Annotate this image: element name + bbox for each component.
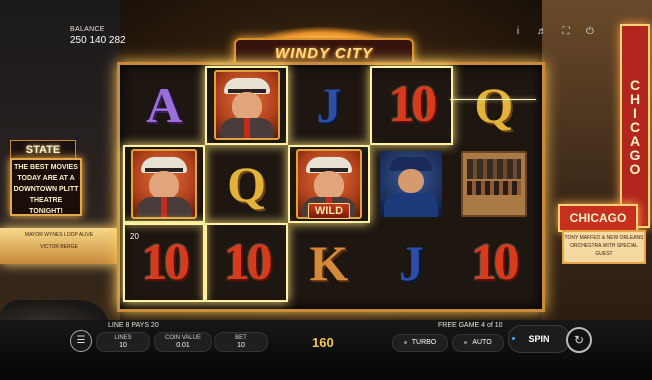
chicago-board: TONY MAFFEO & NEW ORLEANS ORCHESTRA WITH… (562, 230, 646, 264)
wild-label: WILD (307, 203, 351, 220)
payline-line (450, 99, 536, 100)
chicago-board-line-1: TONY MAFFEO & NEW ORLEANS (564, 235, 644, 241)
turbo-indicator (403, 340, 407, 344)
turbo-label: TURBO (411, 339, 437, 346)
symbol-10: 10 (141, 233, 190, 291)
reel-cell (205, 66, 287, 145)
reel-cell: 10 (205, 223, 287, 302)
symbol-j: J (398, 234, 424, 291)
payline-indicator: 20 (130, 232, 139, 241)
chicago-board-line-2: ORCHESTRA WITH SPECIAL GUEST (570, 243, 638, 257)
lines-label: LINES (114, 335, 132, 341)
lines-control[interactable]: LINES 10 (96, 332, 150, 352)
reel-cell: Q (453, 66, 535, 145)
power-icon[interactable]: ⏻ (584, 26, 596, 37)
info-icon[interactable]: i (512, 26, 524, 37)
reel-cell: WILD (288, 145, 370, 224)
bet-value: 10 (237, 342, 245, 349)
spin-indicator (512, 337, 515, 340)
left-marquee-line-2: VICTOR BERGE (40, 244, 78, 250)
reel-cell (453, 145, 535, 224)
auto-label: AUTO (472, 339, 492, 346)
reel-cell: Q (205, 145, 287, 224)
chicago-banner: CHICAGO (558, 204, 638, 232)
total-win: 160 (312, 335, 334, 350)
auto-toggle[interactable]: AUTO (452, 334, 504, 352)
autospin-circle-icon[interactable]: ↻ (566, 327, 592, 353)
reel-cell (370, 145, 452, 224)
menu-icon: ☰ (76, 335, 86, 346)
lines-value: 10 (119, 342, 127, 349)
symbol-a: A (146, 77, 183, 134)
symbol-10: 10 (223, 233, 273, 291)
free-game-counter: FREE GAME 4 of 10 (438, 322, 503, 329)
left-marquee: MAYOR WYNES LOOP ALIVE VICTOR BERGE (0, 228, 118, 264)
bet-control[interactable]: BET 10 (214, 332, 268, 352)
line-pays-text: LINE 8 PAYS 20 (108, 322, 159, 329)
detective-symbol (380, 150, 443, 217)
coin-value-control[interactable]: COIN VALUE 0.01 (154, 332, 212, 352)
movie-board: THE BEST MOVIES TODAY ARE AT A DOWNTOWN … (10, 158, 82, 216)
symbol-q: Q (227, 155, 267, 212)
fullscreen-icon[interactable]: ⛶ (560, 26, 572, 37)
reel-cell: J (288, 66, 370, 145)
sound-icon[interactable]: ♬ (536, 26, 548, 37)
symbol-k: K (309, 234, 349, 291)
reel-cell: 10 (370, 66, 452, 145)
coin-value-label: COIN VALUE (165, 335, 201, 341)
reel-cell: A (123, 66, 205, 145)
chicago-vertical-sign: CHICAGO (620, 24, 650, 228)
turbo-toggle[interactable]: TURBO (392, 334, 448, 352)
symbol-j: J (316, 77, 342, 134)
reel-cell: K (288, 223, 370, 302)
symbol-q: Q (474, 77, 514, 134)
reel-cell (123, 145, 205, 224)
bet-label: BET (235, 335, 247, 341)
coin-value-value: 0.01 (176, 342, 190, 349)
reel-grid: A J 10 Q Q WILD 10 10 K J 10 (123, 66, 535, 302)
top-icon-bar: i ♬ ⛶ ⏻ (512, 26, 596, 37)
gangster-symbol (131, 148, 198, 219)
balance-value: 250 140 282 (70, 35, 126, 46)
whiskey-crate-symbol (460, 150, 527, 217)
spin-button[interactable]: SPIN (508, 325, 570, 353)
reel-cell: 10 (453, 223, 535, 302)
symbol-10: 10 (470, 233, 520, 291)
balance-label: BALANCE (70, 26, 105, 33)
reel-cell: J (370, 223, 452, 302)
left-marquee-line-1: MAYOR WYNES LOOP ALIVE (24, 232, 94, 238)
state-lake-sign: STATE LAKE (10, 140, 76, 174)
auto-indicator (464, 340, 468, 344)
game-scene: STATE LAKE THE BEST MOVIES TODAY ARE AT … (0, 0, 652, 380)
gangster-symbol (213, 70, 280, 141)
symbol-10: 10 (388, 76, 437, 134)
menu-button[interactable]: ☰ (70, 330, 92, 352)
